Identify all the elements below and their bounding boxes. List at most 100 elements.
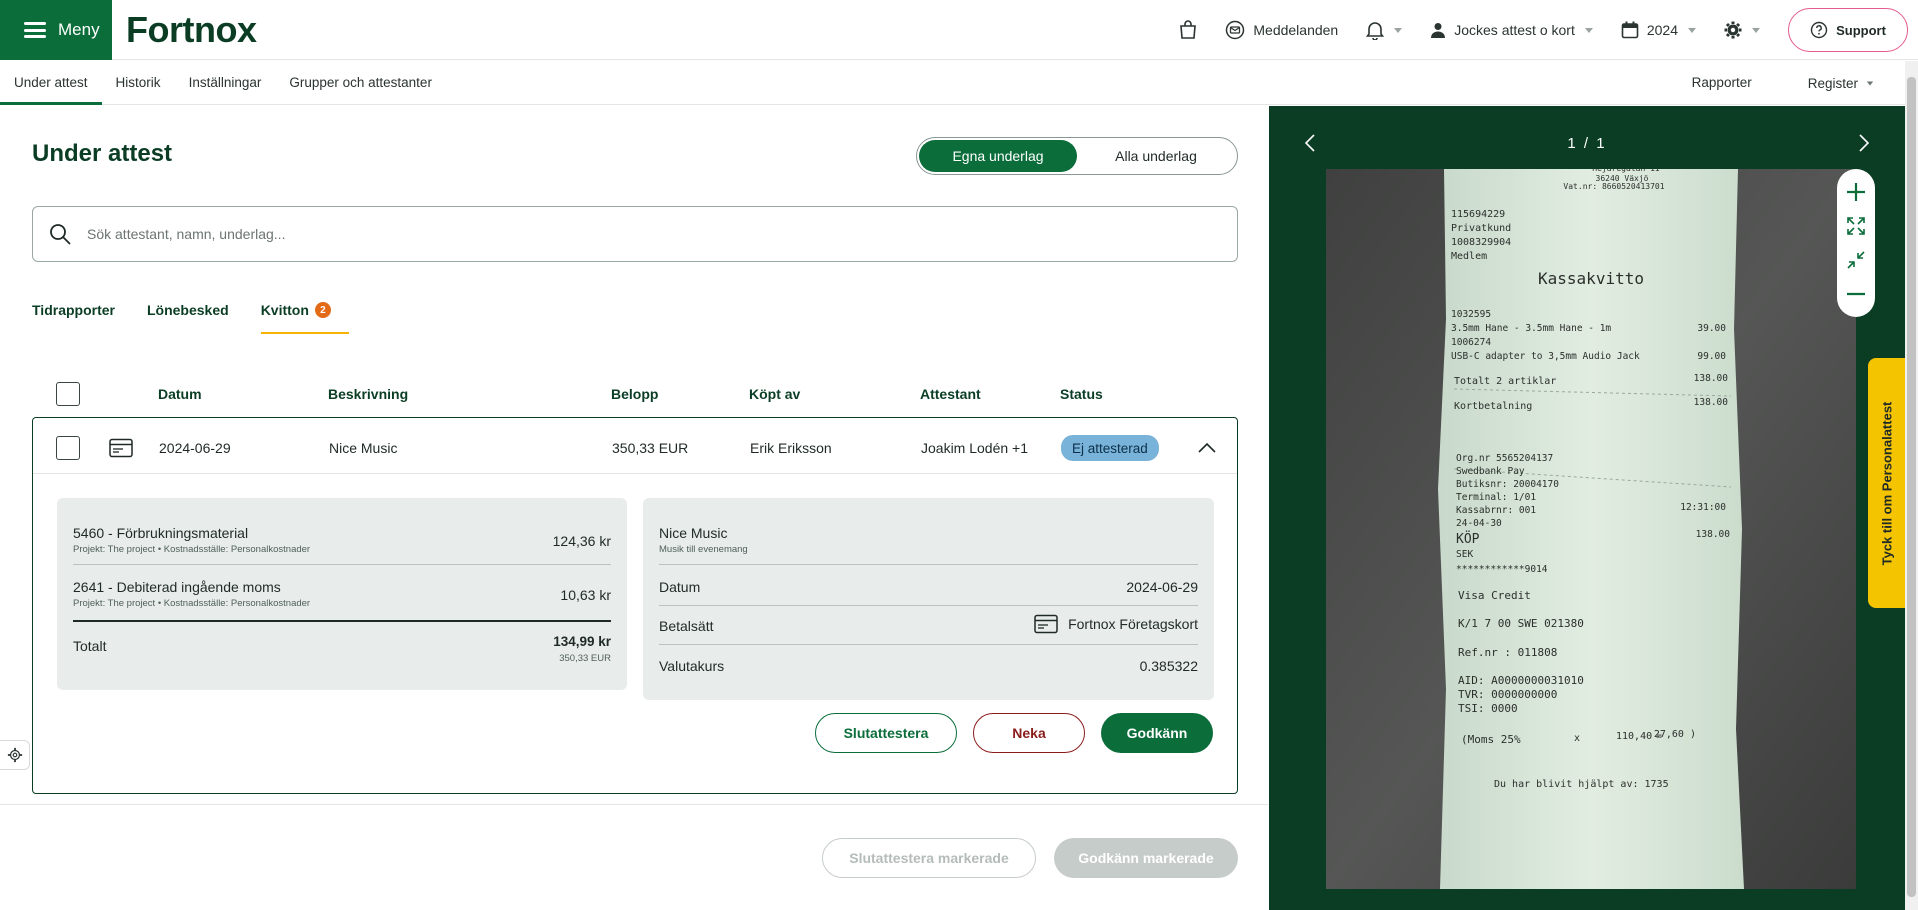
receipt-text-line: 3.5mm Hane - 3.5mm Hane - 1m <box>1451 323 1611 334</box>
ownership-toggle: Egna underlag Alla underlag <box>916 137 1238 175</box>
bell-icon <box>1366 22 1385 40</box>
count-badge: 2 <box>314 302 331 318</box>
page-title: Under attest <box>32 140 173 167</box>
chevron-down-icon <box>1584 27 1593 33</box>
receipt-text-line: Kortbetalning <box>1454 401 1532 412</box>
row-checkbox[interactable] <box>56 436 80 460</box>
nav-rapporter[interactable]: Rapporter <box>1678 61 1766 105</box>
toggle-egna-underlag[interactable]: Egna underlag <box>919 140 1077 172</box>
messages-button[interactable]: Meddelanden <box>1225 20 1338 40</box>
divider <box>659 564 1198 565</box>
receipt-text-line: Terminal: 1/01 <box>1456 492 1536 503</box>
date-line: Datum <box>659 579 1198 595</box>
merchant-line: Nice Music Musik till evenemang <box>659 525 1198 555</box>
nav-historik[interactable]: Historik <box>102 61 175 105</box>
header-belopp[interactable]: Belopp <box>611 381 658 407</box>
tab-label: Lönebesked <box>146 302 229 318</box>
receipt-text-line: 138.00 <box>1694 397 1729 408</box>
header-kopt-av[interactable]: Köpt av <box>749 381 800 407</box>
credit-card-icon <box>1034 614 1058 634</box>
account-title: 2641 - Debiterad ingående moms <box>73 579 281 595</box>
nav-register[interactable]: Register <box>1794 61 1888 105</box>
tab-tidrapporter[interactable]: Tidrapporter <box>32 294 115 334</box>
total-label: Totalt <box>73 638 107 654</box>
select-all-checkbox-cell <box>56 381 80 407</box>
expand-icon <box>1847 217 1865 235</box>
user-label: Jockes attest o kort <box>1454 22 1575 38</box>
total-amount: 134,99 kr <box>553 634 611 649</box>
page-settings-button[interactable] <box>0 740 30 770</box>
receipt-text-line: 115694229 <box>1451 209 1505 220</box>
nav-under-attest[interactable]: Under attest <box>0 61 102 105</box>
zoom-out-button[interactable] <box>1843 281 1869 307</box>
page-scrollbar[interactable] <box>1905 61 1918 910</box>
card-type-cell <box>109 436 133 460</box>
shrink-button[interactable] <box>1843 247 1869 273</box>
scrollbar-thumb[interactable] <box>1907 77 1916 897</box>
receipt-text-line: x <box>1574 733 1580 744</box>
row-divider <box>33 473 1237 474</box>
feedback-tab[interactable]: Tyck till om Personalattest <box>1868 358 1906 608</box>
zoom-in-button[interactable] <box>1843 179 1869 205</box>
account-title: 5460 - Förbrukningsmaterial <box>73 525 249 541</box>
chevron-up-icon <box>1198 442 1216 453</box>
messages-label: Meddelanden <box>1253 22 1339 38</box>
header-beskrivning[interactable]: Beskrivning <box>328 381 408 407</box>
chevron-down-icon <box>1752 27 1760 33</box>
receipt-text-line: 27,60 ) <box>1654 729 1696 740</box>
notifications-button[interactable] <box>1366 20 1403 40</box>
accounting-panel: 5460 - Förbrukningsmaterial Projekt: The… <box>57 498 627 690</box>
receipt-text-line: 39.00 <box>1697 323 1726 334</box>
user-menu[interactable]: Jockes attest o kort <box>1430 22 1593 38</box>
date-label: Datum <box>659 579 701 595</box>
year-selector[interactable]: 2024 <box>1621 21 1696 39</box>
total-foreign-amount: 350,33 EUR <box>559 653 611 664</box>
date-value: 2024-06-29 <box>1126 579 1198 595</box>
reject-button[interactable]: Neka <box>973 713 1085 753</box>
row-description: Nice Music <box>329 440 398 456</box>
header-datum[interactable]: Datum <box>158 381 202 407</box>
header-status[interactable]: Status <box>1060 381 1103 407</box>
collapse-row-button[interactable] <box>1197 436 1217 460</box>
gear-icon <box>1724 21 1742 39</box>
select-all-checkbox[interactable] <box>56 382 80 406</box>
tab-label: Tidrapporter <box>32 302 115 318</box>
rate-value: 0.385322 <box>1139 658 1198 674</box>
menu-button[interactable]: Meny <box>0 0 112 60</box>
receipt-text-line: Medlem <box>1451 251 1487 262</box>
footer-divider <box>0 804 1268 805</box>
support-button[interactable]: Support <box>1788 8 1908 52</box>
receipt-text-line: Hejaregatan 11 <box>1592 169 1660 173</box>
shop-button[interactable] <box>1179 20 1197 40</box>
receipt-text-line: Butiksnr: 20004170 <box>1456 479 1559 490</box>
nav-installningar[interactable]: Inställningar <box>175 61 276 105</box>
header-attestant[interactable]: Attestant <box>920 381 981 407</box>
approve-marked-button[interactable]: Godkänn markerade <box>1054 838 1238 878</box>
final-attest-button[interactable]: Slutattestera <box>815 713 957 753</box>
receipt-text-line: TVR: 0000000000 <box>1458 688 1557 701</box>
toggle-alla-underlag[interactable]: Alla underlag <box>1077 140 1235 172</box>
shopping-bag-icon <box>1180 20 1197 39</box>
receipt-text-line: KÖP <box>1456 530 1480 547</box>
row-checkbox-cell <box>56 436 80 460</box>
receipt-text-line: 110,40 <box>1616 731 1652 742</box>
final-attest-marked-button[interactable]: Slutattestera markerade <box>822 838 1036 878</box>
fit-to-screen-button[interactable] <box>1843 213 1869 239</box>
approve-button[interactable]: Godkänn <box>1101 713 1213 753</box>
receipt-image[interactable]: Hejaregatan 1136240 VäxjöVat.nr: 8660520… <box>1326 169 1856 889</box>
search-input[interactable] <box>87 226 1187 242</box>
account-amount: 124,36 kr <box>552 533 611 549</box>
account-amount: 10,63 kr <box>560 587 611 603</box>
next-page-button[interactable] <box>1849 128 1879 158</box>
calendar-icon <box>1621 21 1639 39</box>
tab-kvitton[interactable]: Kvitton 2 <box>260 294 349 334</box>
chevron-right-icon <box>1859 134 1870 152</box>
status-cell: Ej attesterad <box>1061 434 1159 462</box>
receipt-text-line: Swedbank Pay <box>1456 466 1525 477</box>
fortnox-logo[interactable]: Fortnox <box>126 9 257 51</box>
receipt-text-line: AID: A0000000031010 <box>1458 674 1584 687</box>
settings-button[interactable] <box>1724 21 1760 39</box>
rate-label: Valutakurs <box>659 658 725 674</box>
nav-grupper-och-attestanter[interactable]: Grupper och attestanter <box>275 61 446 105</box>
tab-lonebesked[interactable]: Lönebesked <box>147 294 229 334</box>
